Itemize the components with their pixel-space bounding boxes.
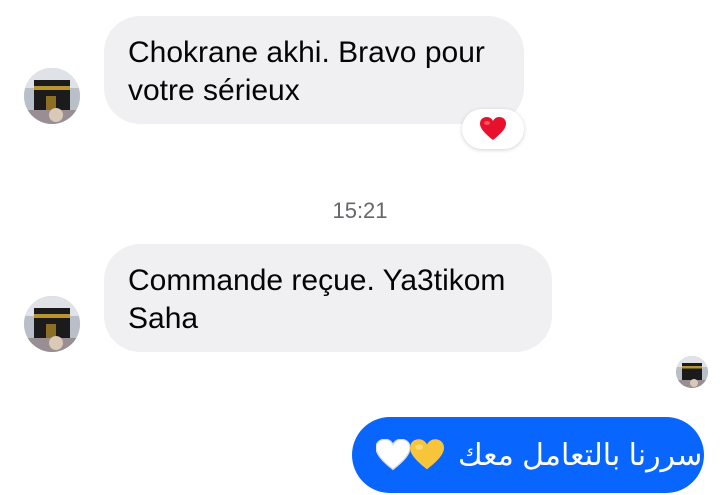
red-heart-icon [480,117,506,140]
seen-indicator-avatar [676,356,708,388]
message-text-line: Saha [128,302,199,335]
outgoing-message-text: سررنا بالتعامل معك [458,438,703,472]
message-text-line: votre sérieux [128,74,300,107]
emoji-group [376,439,444,471]
outgoing-message-bubble[interactable]: سررنا بالتعامل معك [352,417,704,493]
avatar-image [24,68,80,124]
avatar-image [676,356,708,388]
avatar-image [24,296,80,352]
contact-avatar[interactable] [24,68,80,124]
chat-thread: Chokrane akhi. Bravo pour votre sérieux … [0,0,720,495]
message-reaction[interactable] [462,109,524,149]
white-heart-icon [376,439,410,471]
timestamp: 15:21 [332,198,388,223]
message-text-line: Chokrane akhi. Bravo pour [128,36,485,69]
contact-avatar[interactable] [24,296,80,352]
incoming-message-bubble[interactable]: Commande reçue. Ya3tikom Saha [104,244,552,352]
yellow-heart-icon [410,439,444,470]
incoming-message-bubble[interactable]: Chokrane akhi. Bravo pour votre sérieux [104,16,524,124]
message-text-line: Commande reçue. Ya3tikom [128,264,506,297]
